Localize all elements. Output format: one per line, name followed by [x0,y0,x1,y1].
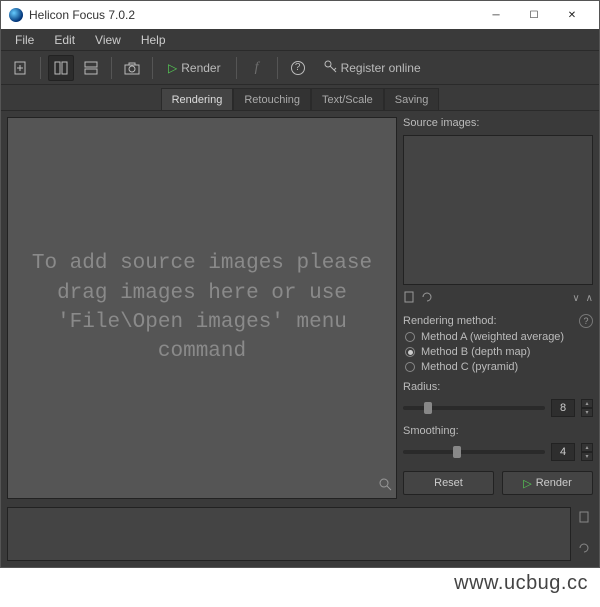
tab-rendering[interactable]: Rendering [161,88,234,110]
key-icon [323,59,337,76]
render-label: Render [181,61,220,75]
collapse-icon[interactable]: ∨ [572,293,579,304]
watermark: www.ucbug.cc [454,572,588,595]
facebook-icon: f [255,60,259,76]
method-c-radio[interactable]: Method C (pyramid) [403,361,593,373]
reset-button[interactable]: Reset [403,471,494,495]
side-panel: Source images: ∨ ∧ Rendering method: ? M… [403,117,593,499]
window-title: Helicon Focus 7.0.2 [29,8,135,22]
tab-saving[interactable]: Saving [384,88,440,110]
method-b-radio[interactable]: Method B (depth map) [403,346,593,358]
tab-text-scale[interactable]: Text/Scale [311,88,384,110]
method-a-label: Method A (weighted average) [421,331,564,343]
camera-button[interactable] [119,55,145,81]
maximize-button[interactable]: ☐ [515,1,553,29]
smoothing-label: Smoothing: [403,425,593,437]
method-a-radio[interactable]: Method A (weighted average) [403,331,593,343]
menu-edit[interactable]: Edit [44,31,85,49]
source-images-list[interactable] [403,135,593,285]
help-button[interactable]: ? [285,55,311,81]
refresh-icon[interactable] [421,291,433,306]
tab-retouching[interactable]: Retouching [233,88,311,110]
method-help-icon[interactable]: ? [579,314,593,328]
side-render-button[interactable]: ▷ Render [502,471,593,495]
help-icon: ? [291,61,305,75]
split-vertical-icon [54,61,68,75]
menu-view[interactable]: View [85,31,131,49]
tabs: Rendering Retouching Text/Scale Saving [1,85,599,111]
layout-split-h-button[interactable] [78,55,104,81]
radius-slider[interactable] [403,406,545,410]
split-horizontal-icon [84,61,98,75]
render-button[interactable]: ▷ Render [160,55,229,81]
close-button[interactable]: ✕ [553,1,591,29]
file-plus-icon [12,60,28,76]
add-file-button[interactable] [7,55,33,81]
preview-placeholder: To add source images please drag images … [8,239,396,377]
smoothing-value[interactable]: 4 [551,443,575,461]
minimize-button[interactable]: ─ [477,1,515,29]
filmstrip[interactable] [7,507,571,561]
rendering-method-label: Rendering method: [403,315,497,327]
menubar: File Edit View Help [1,29,599,51]
radio-icon [405,362,415,372]
app-logo-icon [9,8,23,22]
play-icon: ▷ [168,61,177,75]
preview-dropzone[interactable]: To add source images please drag images … [7,117,397,499]
register-label: Register online [341,61,421,75]
smoothing-slider[interactable] [403,450,545,454]
radio-icon [405,332,415,342]
layout-split-v-button[interactable] [48,55,74,81]
preview-panel: To add source images please drag images … [7,117,397,499]
camera-icon [124,61,140,75]
method-c-label: Method C (pyramid) [421,361,518,373]
file-icon[interactable] [403,291,415,306]
radius-spinner[interactable]: ▴▾ [581,399,593,417]
source-images-label: Source images: [403,117,593,129]
method-b-label: Method B (depth map) [421,346,530,358]
smoothing-spinner[interactable]: ▴▾ [581,443,593,461]
toolbar: ▷ Render f ? Register online [1,51,599,85]
facebook-button[interactable]: f [244,55,270,81]
menu-help[interactable]: Help [131,31,176,49]
register-button[interactable]: Register online [315,55,429,81]
menu-file[interactable]: File [5,31,44,49]
radio-icon [405,347,415,357]
strip-file-icon[interactable] [578,511,590,526]
titlebar: Helicon Focus 7.0.2 ─ ☐ ✕ [1,1,599,29]
expand-icon[interactable]: ∧ [586,293,593,304]
radius-value[interactable]: 8 [551,399,575,417]
radius-label: Radius: [403,381,593,393]
zoom-icon[interactable] [378,477,392,494]
filmstrip-panel [1,505,599,567]
play-icon: ▷ [523,477,531,490]
strip-refresh-icon[interactable] [578,542,590,557]
